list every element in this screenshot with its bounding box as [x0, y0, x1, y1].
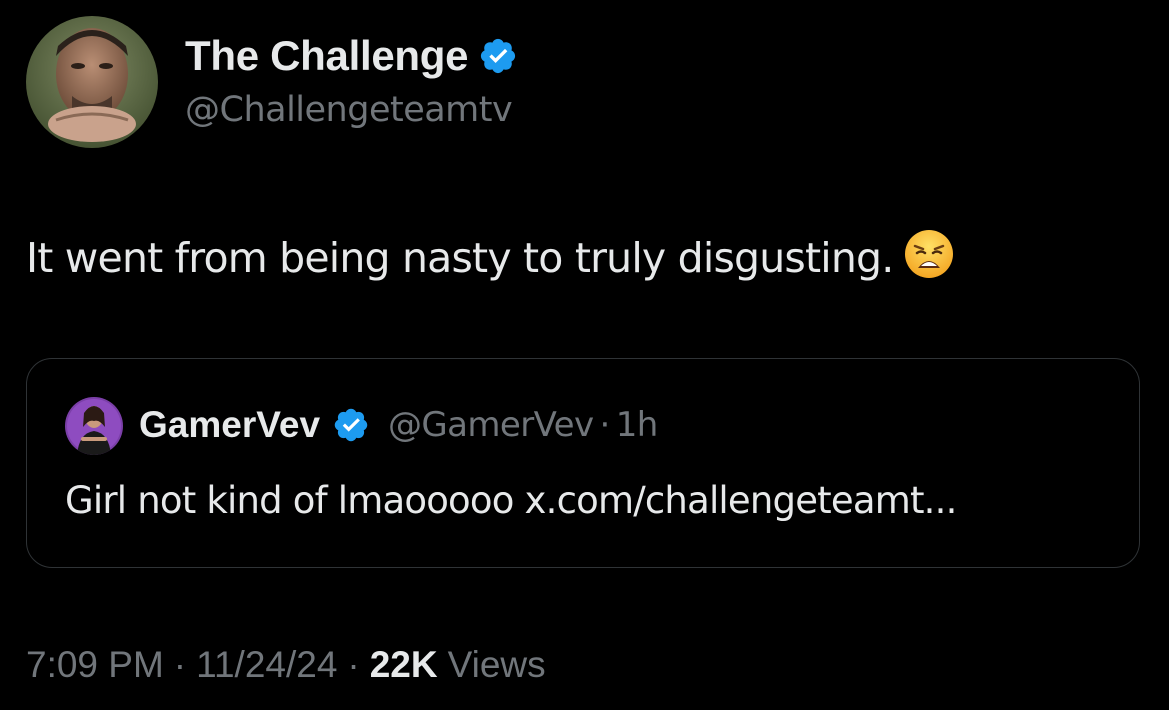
- tweet-text: It went from being nasty to truly disgus…: [26, 228, 955, 285]
- tweet-date-link[interactable]: 11/24/24: [196, 640, 337, 690]
- quoted-separator: ·: [599, 405, 611, 445]
- author-handle[interactable]: @Challengeteamtv: [185, 88, 513, 132]
- tweet-meta: 7:09 PM · 11/24/24 · 22K Views: [26, 640, 546, 690]
- meta-separator: ·: [173, 644, 187, 685]
- quoted-timestamp[interactable]: 1h: [616, 401, 659, 449]
- meta-separator: ·: [347, 644, 360, 685]
- author-avatar[interactable]: [26, 16, 158, 148]
- quoted-tweet-header: GamerVev @GamerVev · 1h: [139, 401, 658, 449]
- weary-face-emoji-icon: [903, 228, 955, 280]
- tweet-text-content: It went from being nasty to truly disgus…: [26, 234, 894, 282]
- quoted-verified-badge-icon: [332, 406, 370, 444]
- quoted-author-avatar[interactable]: [65, 397, 123, 455]
- tweet: The Challenge @Challengeteamtv It went f…: [0, 0, 1169, 710]
- author-name[interactable]: The Challenge: [185, 30, 468, 82]
- views-label[interactable]: Views: [448, 640, 546, 690]
- quoted-tweet-text: Girl not kind of lmaooooo x.com/challeng…: [65, 479, 957, 522]
- author-name-row[interactable]: The Challenge: [185, 30, 518, 82]
- tweet-time-link[interactable]: 7:09 PM: [26, 640, 164, 690]
- views-count[interactable]: 22K: [370, 640, 438, 690]
- quoted-tweet-card[interactable]: GamerVev @GamerVev · 1h Girl not kind of…: [26, 358, 1140, 568]
- quoted-author-handle[interactable]: @GamerVev: [388, 401, 594, 449]
- verified-badge-icon: [478, 36, 518, 76]
- quoted-author-name[interactable]: GamerVev: [139, 401, 320, 449]
